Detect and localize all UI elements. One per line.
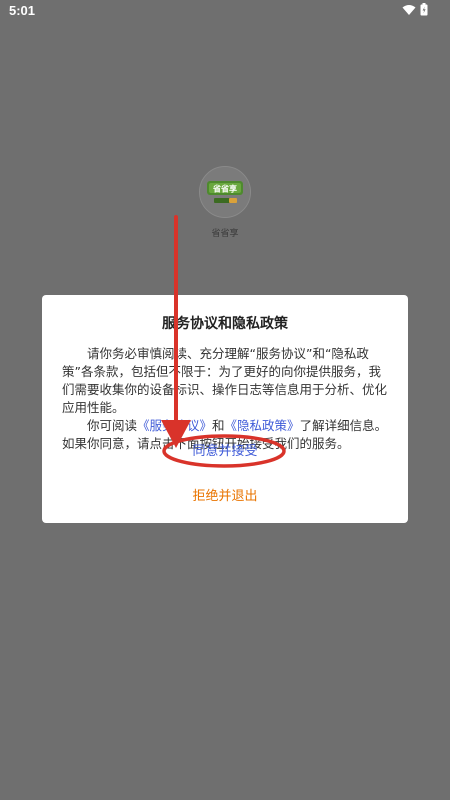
app-label: 省省享 — [211, 229, 239, 239]
status-time: 5:01 — [9, 3, 36, 18]
para2-and: 和 — [212, 418, 225, 433]
para2-prefix: 你可阅读 — [87, 418, 138, 433]
app-icon-text: 省省享 — [212, 184, 237, 194]
dialog-title: 服务协议和隐私政策 — [162, 316, 288, 332]
reject-button[interactable]: 拒绝并退出 — [165, 485, 285, 507]
dialog-paragraph-1: 请你务必审慎阅读、充分理解“服务协议”和“隐私政策”各条款，包括但不限于：为了更… — [62, 346, 388, 415]
status-icons — [402, 3, 428, 20]
accept-button[interactable]: 同意并接受 — [165, 440, 285, 462]
battery-icon — [420, 3, 428, 20]
wifi-icon — [402, 4, 416, 20]
status-bar: 5:01 — [0, 0, 450, 22]
app-icon: 省省享 — [199, 166, 251, 218]
privacy-dialog: 服务协议和隐私政策 请你务必审慎阅读、充分理解“服务协议”和“隐私政策”各条款，… — [42, 295, 408, 523]
service-agreement-link[interactable]: 《服务协议》 — [137, 418, 212, 433]
dialog-body: 请你务必审慎阅读、充分理解“服务协议”和“隐私政策”各条款，包括但不限于：为了更… — [62, 345, 390, 453]
privacy-policy-link[interactable]: 《隐私政策》 — [225, 418, 300, 433]
